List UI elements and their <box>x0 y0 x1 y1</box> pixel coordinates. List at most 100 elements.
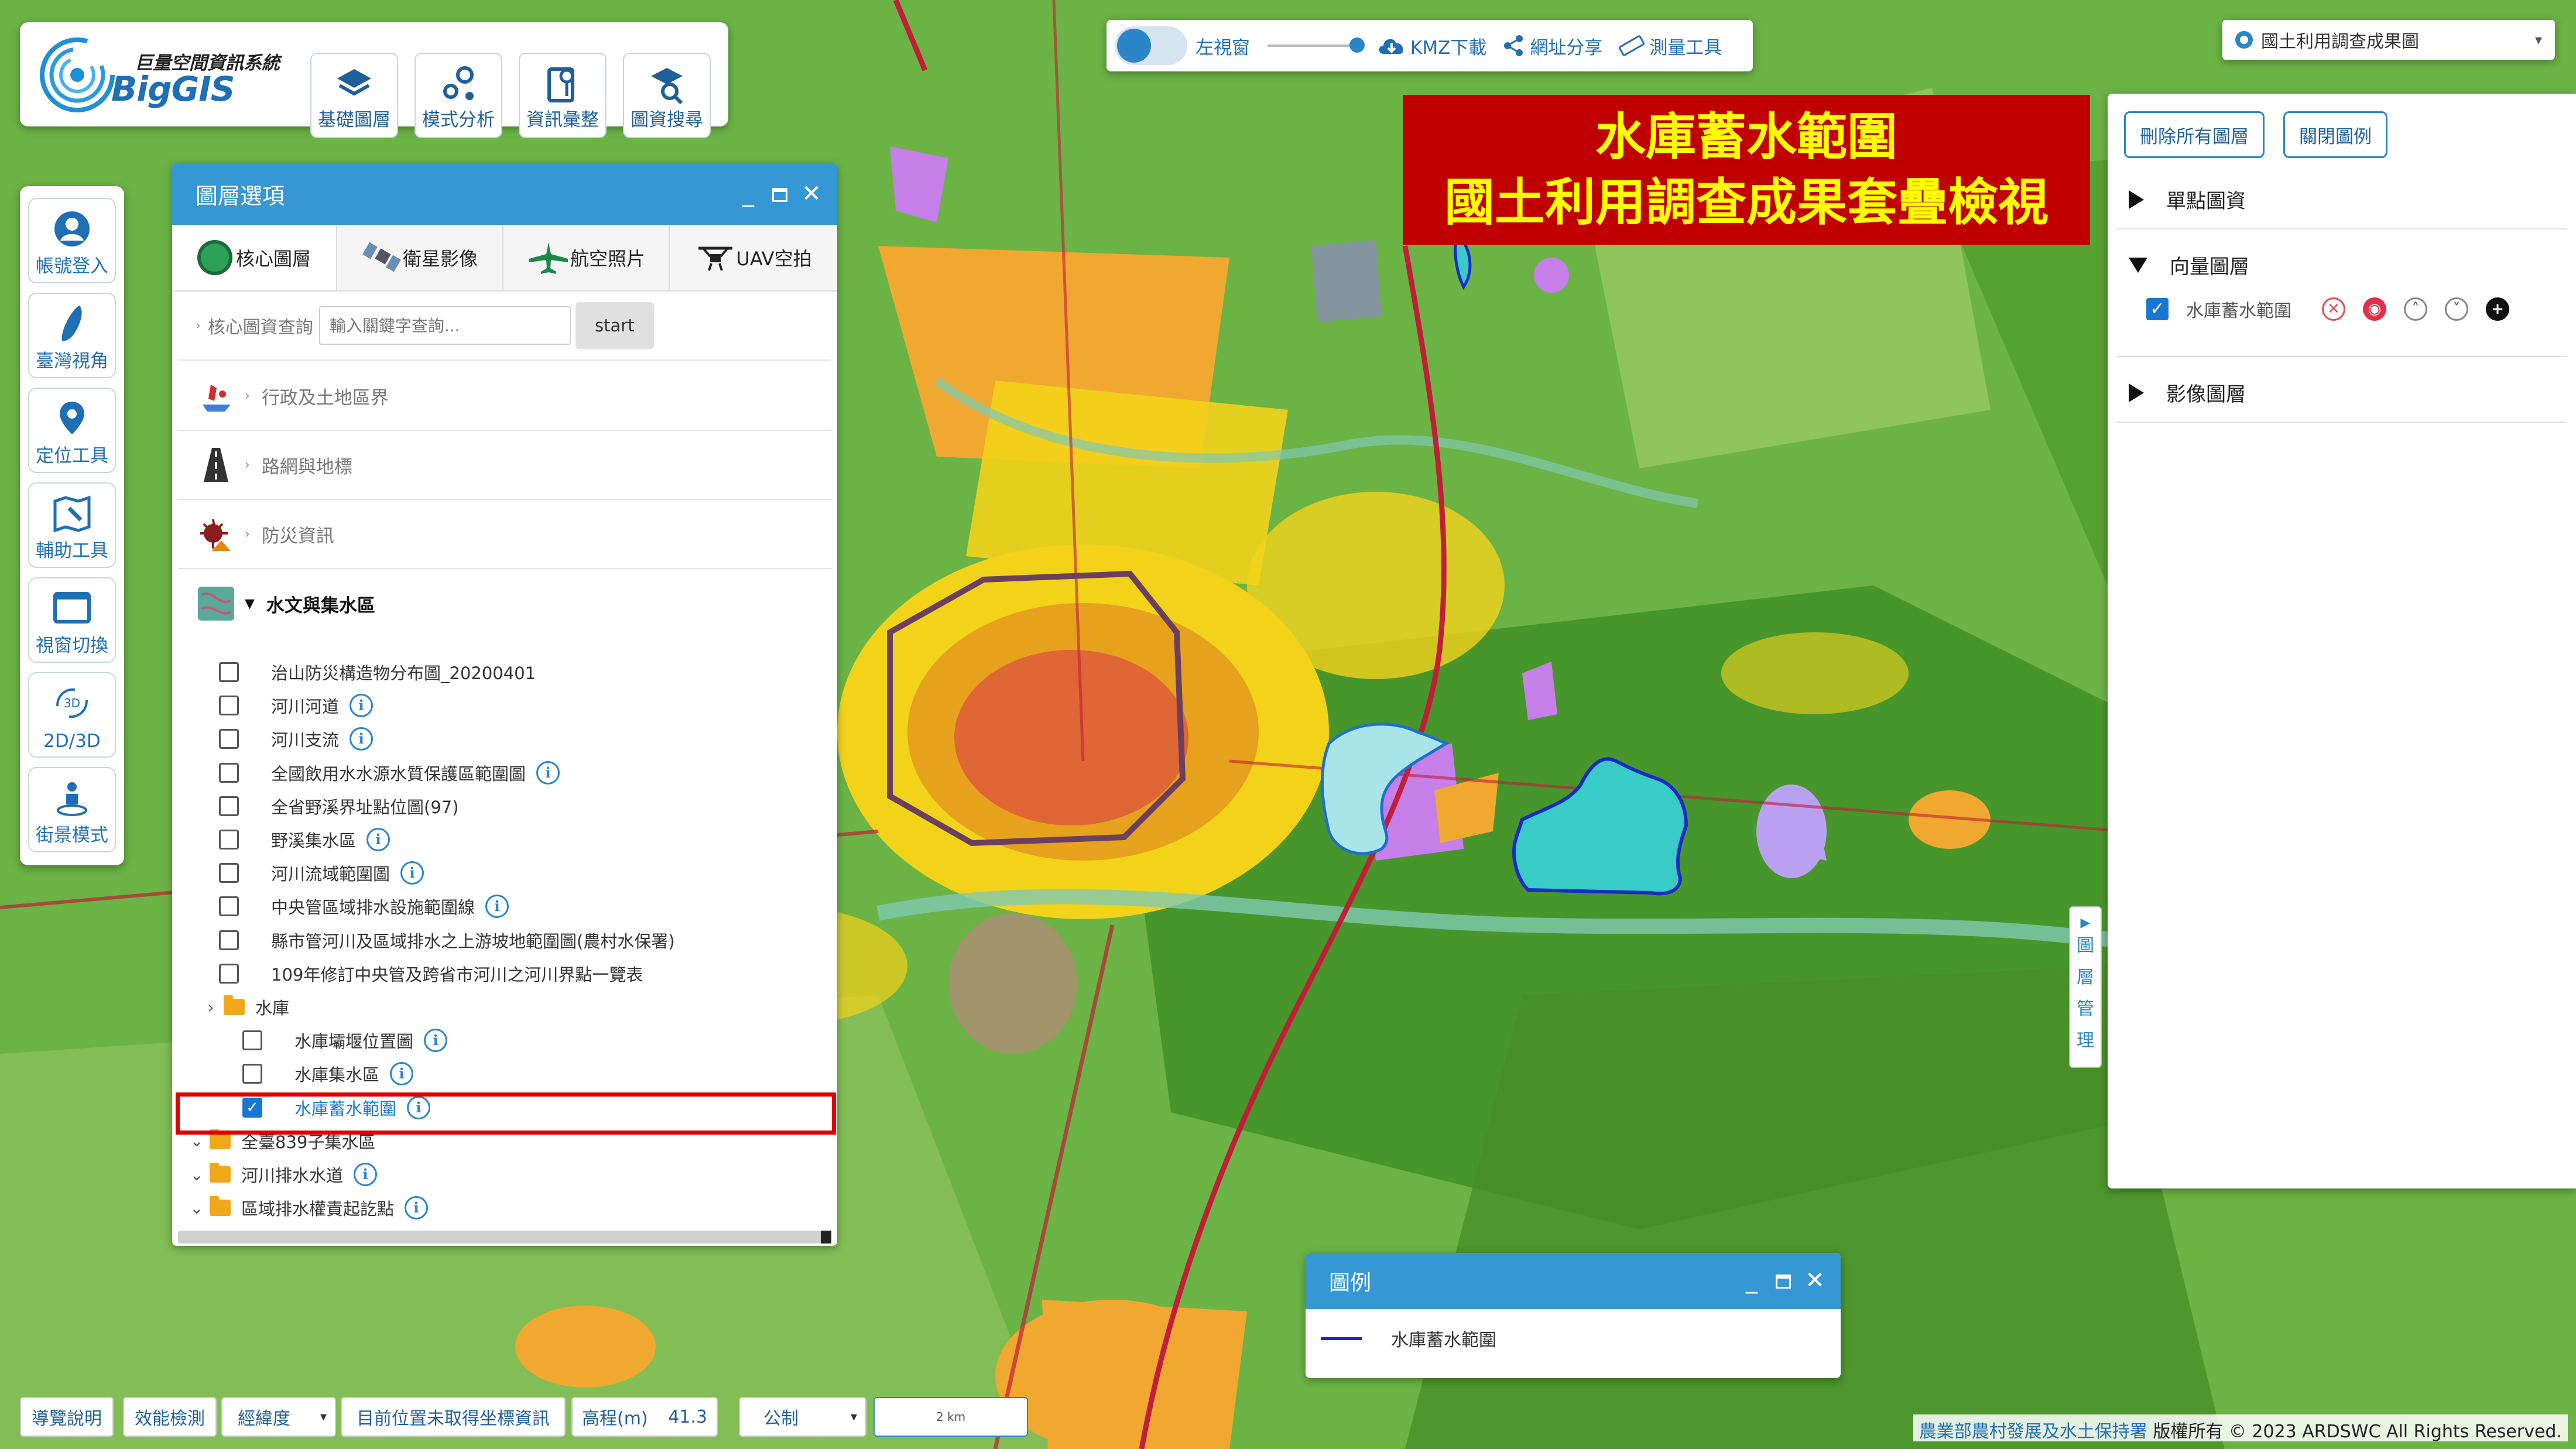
layer-row[interactable]: 治山防災構造物分布圖_20200401 <box>219 656 536 688</box>
folder-reservoir[interactable]: › 水庫 <box>198 991 289 1023</box>
add-layer-icon[interactable]: + <box>2486 297 2509 321</box>
layer-row[interactable]: 水庫集水區 i <box>242 1057 414 1090</box>
layer-row[interactable]: 河川支流 i <box>219 722 374 755</box>
layer-checkbox[interactable] <box>219 729 239 749</box>
title-banner: 水庫蓄水範圍 國土利用調查成果套疊檢視 <box>1403 95 2090 245</box>
section-vector-layers[interactable]: 向量圖層 <box>2129 251 2249 279</box>
layer-panel-header[interactable]: 圖層選項 _ ✕ <box>172 163 837 225</box>
layer-checkbox[interactable] <box>219 696 239 716</box>
layer-checkbox[interactable] <box>219 896 239 917</box>
caret-down-icon <box>2129 257 2147 273</box>
category-disaster[interactable]: › 防災資訊 <box>178 500 831 569</box>
layer-checkbox[interactable] <box>219 930 239 950</box>
remove-all-layers-button[interactable]: 刪除所有圖層 <box>2124 111 2265 158</box>
close-legend-button[interactable]: 關閉圖例 <box>2283 111 2387 158</box>
layer-checkbox[interactable] <box>242 1030 262 1051</box>
basemap-select[interactable]: 國土利用調查成果圖 ▾ <box>2222 20 2555 60</box>
maximize-icon[interactable] <box>767 178 793 210</box>
left-window-toggle[interactable] <box>1115 26 1187 65</box>
layer-label: 水庫壩堰位置圖 <box>294 1032 414 1052</box>
biggis-logo[interactable]: 巨量空間資訊系統 BigGIS <box>36 28 294 122</box>
sidebar-window-switch-button[interactable]: 視窗切換 <box>28 577 116 663</box>
layer-row[interactable]: 中央管區域排水設施範圍線 i <box>219 890 509 923</box>
layer-checkbox[interactable] <box>219 762 239 783</box>
tab-uav[interactable]: UAV空拍 <box>670 225 837 292</box>
minimize-icon[interactable]: _ <box>735 178 761 210</box>
close-icon[interactable]: ✕ <box>799 178 824 210</box>
measure-tool-button[interactable]: 測量工具 <box>1618 33 1722 59</box>
layer-checkbox[interactable] <box>242 1064 262 1084</box>
section-image-layers[interactable]: 影像圖層 <box>2129 378 2246 407</box>
info-icon[interactable]: i <box>366 828 390 851</box>
folder-row[interactable]: ⌄ 區域排水權責起訖點 i <box>184 1191 429 1224</box>
info-icon[interactable]: i <box>405 1196 429 1220</box>
layer-checkbox[interactable] <box>219 830 239 849</box>
layer-search-input[interactable] <box>318 306 571 345</box>
unit-system-select[interactable]: 公制 ▾ <box>739 1397 866 1437</box>
sidebar-tools-button[interactable]: 輔助工具 <box>28 482 116 568</box>
tab-aerial-photo[interactable]: 航空照片 <box>503 225 670 292</box>
legend-header[interactable]: 圖例 _ ✕ <box>1306 1253 1841 1309</box>
layer-row[interactable]: 水庫壩堰位置圖 i <box>242 1024 448 1057</box>
close-icon[interactable]: ✕ <box>1802 1265 1828 1296</box>
info-icon[interactable]: i <box>400 861 424 885</box>
active-layer-row: ✓ 水庫蓄水範圍 <box>2146 295 2291 323</box>
minimize-icon[interactable]: _ <box>1739 1265 1765 1296</box>
category-hydrology[interactable]: ▼ 水文與集水區 <box>178 569 831 638</box>
guide-button[interactable]: 導覽說明 <box>20 1397 114 1437</box>
coordinate-system-select[interactable]: 經緯度 ▾ <box>221 1397 336 1437</box>
info-icon[interactable]: i <box>424 1029 448 1053</box>
performance-test-button[interactable]: 效能檢測 <box>123 1397 217 1437</box>
sidebar-2d3d-button[interactable]: 3D 2D/3D <box>28 672 116 758</box>
share-url-button[interactable]: 網址分享 <box>1502 33 1602 59</box>
toolbar-analysis-button[interactable]: 模式分析 <box>415 53 502 138</box>
section-label: 向量圖層 <box>2170 255 2249 279</box>
tab-core-layers[interactable]: 核心圖層 <box>172 225 337 292</box>
layer-checkbox[interactable] <box>219 662 239 682</box>
info-icon[interactable]: i <box>354 1163 378 1186</box>
layer-checkbox[interactable] <box>219 963 239 984</box>
active-layer-checkbox[interactable]: ✓ <box>2146 298 2169 320</box>
kmz-download-button[interactable]: KMZ下載 <box>1376 33 1486 59</box>
layer-management-tab[interactable]: ▶ 圖層管理 <box>2069 906 2102 1068</box>
category-roads[interactable]: › 路網與地標 <box>178 431 831 500</box>
layer-row[interactable]: 河川河道 i <box>219 689 374 722</box>
section-point-data[interactable]: 單點圖資 <box>2129 185 2246 214</box>
layer-style-icon[interactable]: ◉ <box>2363 297 2386 321</box>
layer-row[interactable]: 109年修訂中央管及跨省市河川之河川界點一覽表 <box>219 957 643 990</box>
layer-row[interactable]: 河川流域範圍圖 i <box>219 857 424 889</box>
remove-layer-icon[interactable]: ✕ <box>2322 297 2345 321</box>
info-icon[interactable]: i <box>350 694 374 718</box>
opacity-slider[interactable] <box>1268 37 1365 53</box>
info-icon[interactable]: i <box>350 727 374 751</box>
sidebar-taiwan-view-button[interactable]: 臺灣視角 <box>28 293 116 378</box>
sidebar-login-button[interactable]: 帳號登入 <box>28 198 116 283</box>
layer-row[interactable]: 全省野溪界址點位圖(97) <box>219 790 459 823</box>
info-icon[interactable]: i <box>390 1062 414 1086</box>
footer-agency-link[interactable]: 農業部農村發展及水土保持署 <box>1919 1421 2147 1442</box>
layer-label: 水庫集水區 <box>294 1065 380 1085</box>
folder-label: 河川排水水道 <box>241 1166 344 1186</box>
layer-list-scrollbar[interactable] <box>178 1231 831 1244</box>
watershed-icon <box>198 587 234 621</box>
move-up-icon[interactable]: ˄ <box>2404 297 2427 321</box>
toolbar-base-layers-button[interactable]: 基礎圖層 <box>310 53 398 138</box>
layer-checkbox[interactable] <box>219 796 239 816</box>
layer-row[interactable]: 縣市管河川及區域排水之上游坡地範圍圖(農村水保署) <box>219 924 675 957</box>
category-admin-boundary[interactable]: › 行政及土地區界 <box>178 362 831 431</box>
folder-row[interactable]: ⌄ 河川排水水道 i <box>184 1158 378 1191</box>
tab-satellite[interactable]: 衛星影像 <box>337 225 503 292</box>
info-icon[interactable]: i <box>536 761 560 785</box>
sidebar-locate-button[interactable]: 定位工具 <box>28 388 116 473</box>
search-start-button[interactable]: start <box>575 302 654 349</box>
toolbar-search-button[interactable]: 圖資搜尋 <box>623 53 711 138</box>
layer-row[interactable]: 野溪集水區 i <box>219 823 390 856</box>
maximize-icon[interactable] <box>1770 1265 1796 1296</box>
layer-checkbox[interactable] <box>219 863 239 883</box>
sidebar-streetview-button[interactable]: 街景模式 <box>28 767 116 852</box>
scale-label: 2 km <box>936 1410 966 1424</box>
layer-row[interactable]: 全國飲用水水源水質保護區範圍圖 i <box>219 756 560 789</box>
move-down-icon[interactable]: ˅ <box>2445 297 2468 321</box>
info-icon[interactable]: i <box>485 895 509 919</box>
toolbar-info-button[interactable]: 資訊彙整 <box>519 53 607 138</box>
